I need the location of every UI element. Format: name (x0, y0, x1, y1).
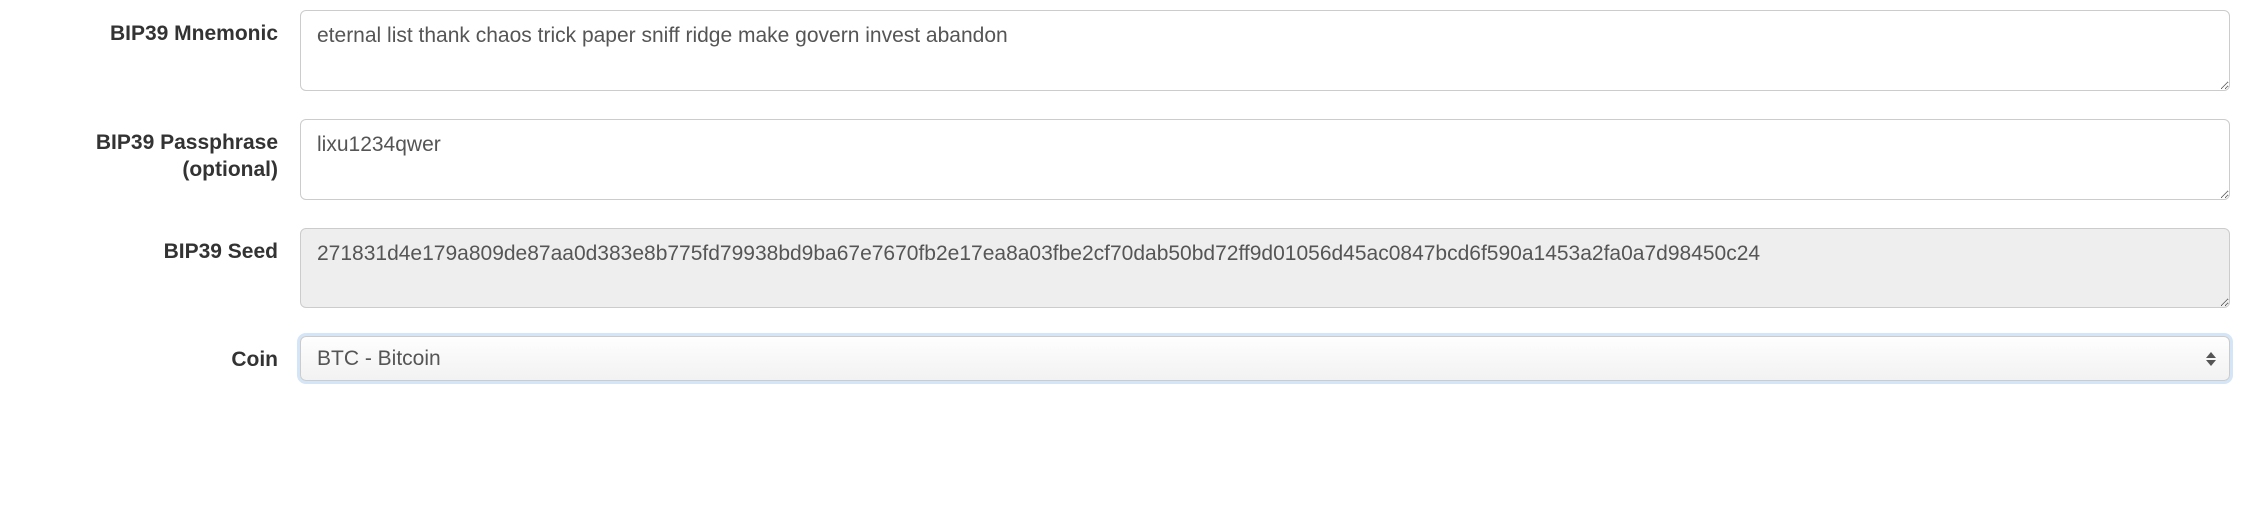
mnemonic-control (300, 10, 2230, 97)
seed-group: BIP39 Seed (20, 228, 2230, 315)
passphrase-group: BIP39 Passphrase (optional) (20, 119, 2230, 206)
coin-group: Coin BTC - Bitcoin (20, 336, 2230, 381)
mnemonic-label: BIP39 Mnemonic (20, 10, 300, 47)
seed-label: BIP39 Seed (20, 228, 300, 265)
passphrase-input[interactable] (300, 119, 2230, 200)
coin-label: Coin (20, 336, 300, 373)
coin-select-wrapper: BTC - Bitcoin (300, 336, 2230, 381)
coin-control: BTC - Bitcoin (300, 336, 2230, 381)
coin-select[interactable]: BTC - Bitcoin (300, 336, 2230, 381)
seed-control (300, 228, 2230, 315)
mnemonic-input[interactable] (300, 10, 2230, 91)
passphrase-label: BIP39 Passphrase (optional) (20, 119, 300, 184)
mnemonic-group: BIP39 Mnemonic (20, 10, 2230, 97)
seed-output[interactable] (300, 228, 2230, 309)
passphrase-control (300, 119, 2230, 206)
